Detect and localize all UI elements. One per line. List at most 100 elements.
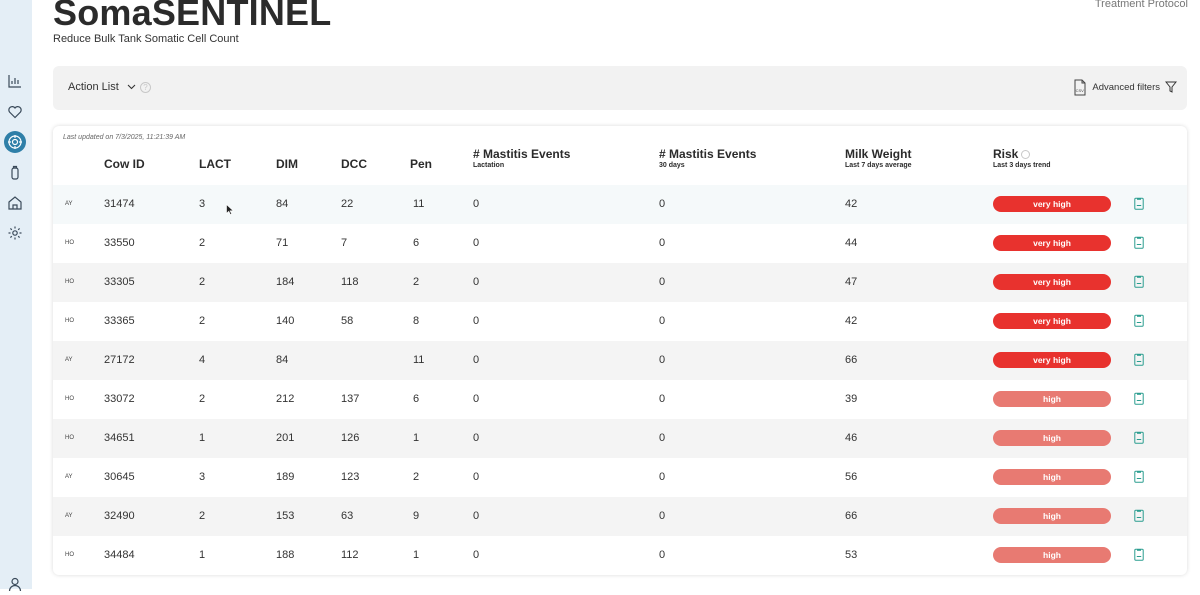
treatment-note-icon[interactable] xyxy=(1134,275,1144,288)
cell-dcc: 58 xyxy=(341,315,354,327)
cell-mastitis-30-days: 0 xyxy=(659,471,666,483)
cell-lact: 3 xyxy=(199,198,206,210)
risk-badge: high xyxy=(993,430,1111,446)
bottle-icon[interactable] xyxy=(4,162,26,184)
cell-lact: 3 xyxy=(199,471,206,483)
header-dcc[interactable]: DCC xyxy=(341,157,367,171)
cell-mastitis-30-days: 0 xyxy=(659,198,666,210)
header-mastitis-30-days-sub: 30 days xyxy=(659,162,685,169)
cell-mastitis-lactation: 0 xyxy=(473,471,480,483)
header-pen[interactable]: Pen xyxy=(410,157,432,171)
barn-icon[interactable] xyxy=(4,192,26,214)
user-icon[interactable] xyxy=(4,573,26,595)
risk-badge: very high xyxy=(993,352,1111,368)
table-row[interactable]: AY 30645 3 189 123 2 0 0 56 high xyxy=(53,458,1187,497)
filter-icon xyxy=(1165,81,1177,93)
table-row[interactable]: AY 27172 4 84 11 0 0 66 very high xyxy=(53,341,1187,380)
cell-dcc: 112 xyxy=(341,549,359,561)
cell-milk-weight: 42 xyxy=(845,315,858,327)
cell-cow-id: 33550 xyxy=(104,237,135,249)
cell-cow-id: 33365 xyxy=(104,315,135,327)
treatment-protocol-link[interactable]: Treatment Protocol xyxy=(1095,0,1188,10)
heart-icon[interactable] xyxy=(4,101,26,123)
table-row[interactable]: HO 33072 2 212 137 6 0 0 39 high xyxy=(53,380,1187,419)
cell-breed: HO xyxy=(65,396,74,402)
cell-cow-id: 33072 xyxy=(104,393,135,405)
cell-lact: 2 xyxy=(199,393,206,405)
cell-mastitis-lactation: 0 xyxy=(473,354,480,366)
cell-pen: 1 xyxy=(413,549,420,561)
gear-icon[interactable] xyxy=(4,222,26,244)
table-row[interactable]: AY 31474 3 84 22 11 0 0 42 very high xyxy=(53,185,1187,224)
csv-export-icon[interactable]: CSV xyxy=(1073,79,1087,96)
risk-badge: very high xyxy=(993,274,1111,290)
treatment-note-icon[interactable] xyxy=(1134,197,1144,210)
help-icon[interactable]: ? xyxy=(140,82,151,93)
cell-mastitis-lactation: 0 xyxy=(473,549,480,561)
cell-milk-weight: 39 xyxy=(845,393,858,405)
cell-dim: 201 xyxy=(276,432,295,444)
treatment-note-icon[interactable] xyxy=(1134,236,1144,249)
cell-pen: 8 xyxy=(413,315,420,327)
treatment-note-icon[interactable] xyxy=(1134,392,1144,405)
cell-mastitis-30-days: 0 xyxy=(659,432,666,444)
header-dim[interactable]: DIM xyxy=(276,157,298,171)
header-mastitis-lactation[interactable]: # Mastitis Events xyxy=(473,147,570,161)
cell-lact: 1 xyxy=(199,549,206,561)
cell-pen: 6 xyxy=(413,393,420,405)
cell-pen: 2 xyxy=(413,276,420,288)
treatment-note-icon[interactable] xyxy=(1134,431,1144,444)
cell-mastitis-30-days: 0 xyxy=(659,315,666,327)
cell-mastitis-30-days: 0 xyxy=(659,510,666,522)
header-cow-id[interactable]: Cow ID xyxy=(104,157,145,171)
cell-lact: 2 xyxy=(199,276,206,288)
risk-badge: high xyxy=(993,469,1111,485)
cell-mastitis-lactation: 0 xyxy=(473,315,480,327)
cell-mastitis-lactation: 0 xyxy=(473,510,480,522)
cell-mastitis-30-days: 0 xyxy=(659,393,666,405)
header-mastitis-30-days[interactable]: # Mastitis Events xyxy=(659,147,756,161)
advanced-filters-button[interactable]: Advanced filters xyxy=(1092,81,1177,93)
table-row[interactable]: HO 33305 2 184 118 2 0 0 47 very high xyxy=(53,263,1187,302)
table-body: AY 31474 3 84 22 11 0 0 42 very high HO 33550 2 71 7 6 0… xyxy=(53,185,1187,575)
treatment-note-icon[interactable] xyxy=(1134,353,1144,366)
action-list-label: Action List xyxy=(68,81,119,93)
table-row[interactable]: HO 34484 1 188 112 1 0 0 53 high xyxy=(53,536,1187,575)
action-list-table: Last updated on 7/3/2025, 11:21:39 AM Co… xyxy=(53,126,1187,575)
toolbar: Action List ? CSV Advanced filters xyxy=(53,66,1187,110)
page-title: SomaSENTINEL xyxy=(53,0,332,33)
treatment-note-icon[interactable] xyxy=(1134,548,1144,561)
cell-milk-weight: 53 xyxy=(845,549,858,561)
cell-dcc: 126 xyxy=(341,432,360,444)
bar-chart-icon[interactable] xyxy=(4,70,26,92)
target-icon[interactable] xyxy=(4,131,26,153)
table-row[interactable]: HO 33550 2 71 7 6 0 0 44 very high xyxy=(53,224,1187,263)
table-row[interactable]: AY 32490 2 153 63 9 0 0 66 high xyxy=(53,497,1187,536)
risk-badge: high xyxy=(993,547,1111,563)
cell-milk-weight: 56 xyxy=(845,471,858,483)
cell-pen: 11 xyxy=(413,354,425,366)
treatment-note-icon[interactable] xyxy=(1134,509,1144,522)
cell-mastitis-30-days: 0 xyxy=(659,276,666,288)
cell-dim: 188 xyxy=(276,549,295,561)
risk-badge: high xyxy=(993,508,1111,524)
cell-mastitis-lactation: 0 xyxy=(473,237,480,249)
treatment-note-icon[interactable] xyxy=(1134,470,1144,483)
header-lact[interactable]: LACT xyxy=(199,157,231,171)
cell-cow-id: 33305 xyxy=(104,276,135,288)
action-list-dropdown[interactable]: Action List xyxy=(68,81,136,93)
table-row[interactable]: HO 34651 1 201 126 1 0 0 46 high xyxy=(53,419,1187,458)
risk-help-icon[interactable] xyxy=(1021,150,1031,160)
cell-mastitis-lactation: 0 xyxy=(473,432,480,444)
treatment-note-icon[interactable] xyxy=(1134,314,1144,327)
table-row[interactable]: HO 33365 2 140 58 8 0 0 42 very high xyxy=(53,302,1187,341)
cell-mastitis-lactation: 0 xyxy=(473,198,480,210)
cell-breed: HO xyxy=(65,279,74,285)
header-milk-weight[interactable]: Milk Weight xyxy=(845,147,911,161)
cell-mastitis-30-days: 0 xyxy=(659,237,666,249)
header-risk[interactable]: Risk xyxy=(993,147,1031,161)
cell-breed: AY xyxy=(65,357,73,363)
risk-badge: high xyxy=(993,391,1111,407)
header-risk-sub: Last 3 days trend xyxy=(993,162,1051,169)
risk-badge: very high xyxy=(993,196,1111,212)
